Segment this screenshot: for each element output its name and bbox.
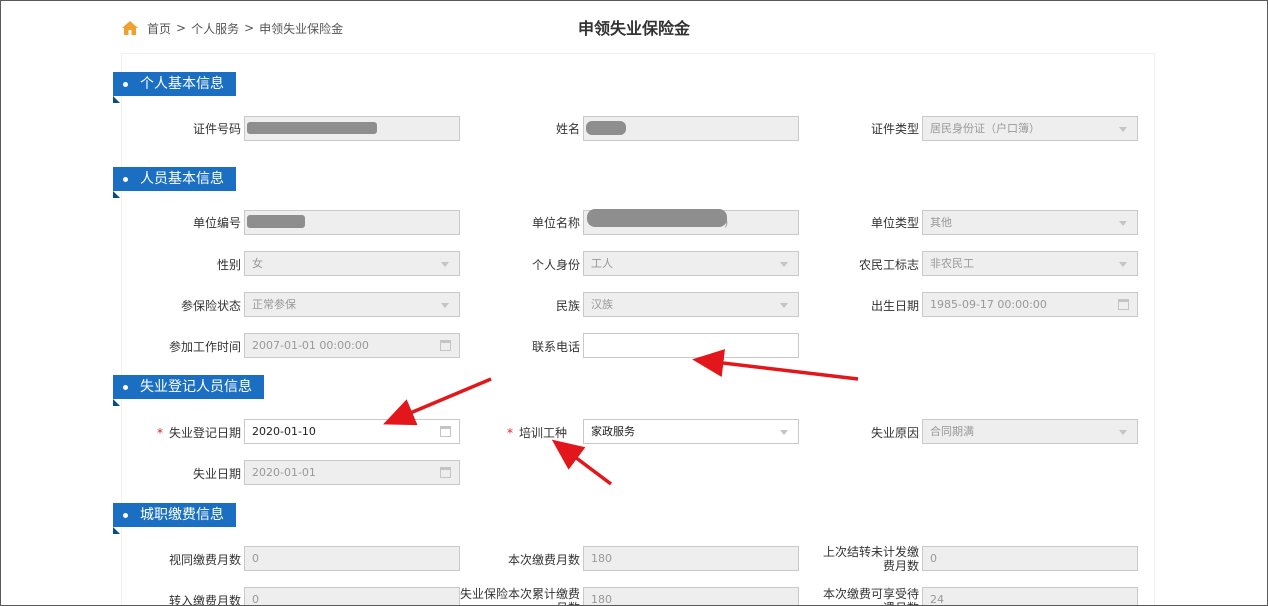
arrow-to-training — [551, 439, 613, 486]
arrow-to-reg-date — [383, 377, 492, 426]
browser-frame: 首页 > 个人服务 > 申领失业保险金 申领失业保险金 个人基本信息 证件号码 … — [0, 0, 1268, 606]
annotation-arrows — [383, 349, 859, 486]
arrow-to-phone — [692, 349, 859, 381]
